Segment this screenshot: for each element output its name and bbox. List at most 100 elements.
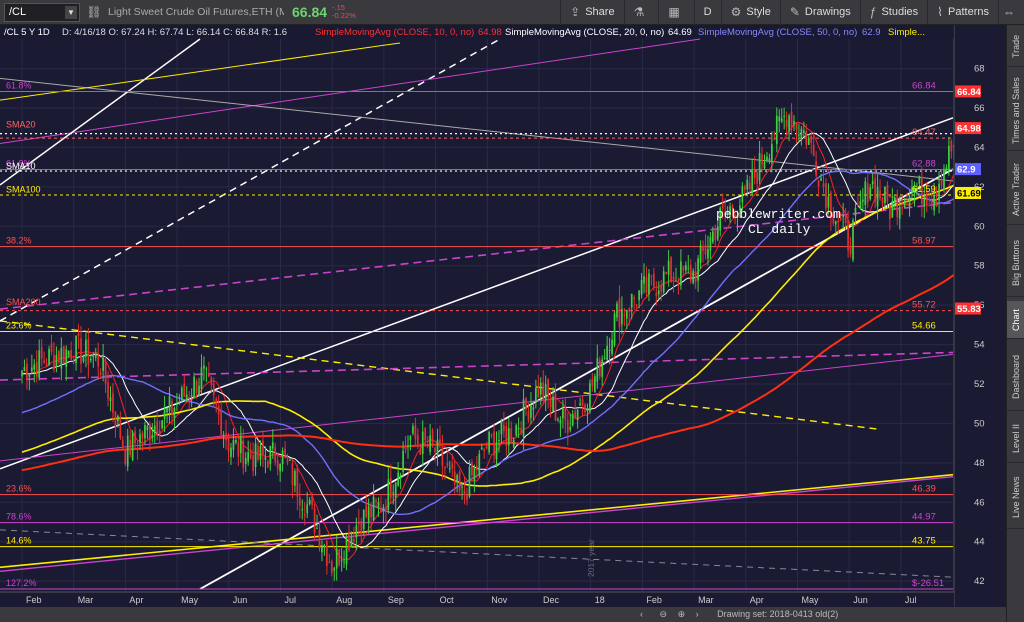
side-tab-times-and-sales[interactable]: Times and Sales — [1007, 71, 1024, 151]
legend-sma50-value: 62.9 — [862, 27, 881, 38]
candle-body — [564, 406, 567, 421]
candle-body — [889, 204, 891, 219]
candle-body — [945, 167, 948, 171]
price-chart[interactable]: 61.8%61.8%38.2%23.6%23.6%78.6%14.6%127.2… — [0, 25, 1006, 607]
candle-body — [596, 358, 599, 382]
level-value-label: 44.97 — [912, 512, 936, 523]
candle-body — [200, 367, 203, 390]
candle-body — [586, 407, 589, 412]
interval-button[interactable]: D — [693, 0, 721, 25]
patterns-button[interactable]: ⌇ Patterns — [927, 0, 998, 25]
candle-body — [928, 204, 931, 206]
candle-body — [205, 368, 208, 370]
candle-body — [151, 435, 154, 438]
flask-button[interactable]: ⚗ — [623, 0, 659, 25]
candle-body — [630, 293, 633, 308]
side-tab-active-trader[interactable]: Active Trader — [1007, 155, 1024, 225]
symbol-selector[interactable]: /CL ▼ — [4, 2, 80, 22]
candle-body — [714, 229, 717, 241]
level-value-label: 66.84 — [912, 80, 936, 91]
calendar-button[interactable]: ▦ — [658, 0, 693, 25]
drawings-button[interactable]: ✎ Drawings — [779, 0, 860, 25]
candle-body — [153, 425, 156, 434]
candle-body — [353, 538, 355, 542]
candle-body — [507, 428, 510, 446]
candle-body — [107, 382, 109, 399]
drawing-set-label[interactable]: Drawing set: 2018-0413 old(2) — [717, 609, 838, 619]
candle-body — [87, 338, 90, 366]
candle-body — [549, 399, 552, 408]
time-tick-label: May — [181, 595, 199, 605]
side-tab-dashboard[interactable]: Dashboard — [1007, 343, 1024, 411]
candle-body — [21, 370, 23, 377]
candle-body — [85, 339, 87, 357]
price-tick-label: 54 — [974, 340, 985, 351]
zoom-in-icon[interactable]: ⊕ — [678, 609, 686, 619]
candle-body — [112, 393, 114, 413]
side-tab-big-buttons[interactable]: Big Buttons — [1007, 229, 1024, 297]
expand-button[interactable]: ⇔ — [998, 0, 1024, 25]
level-value-label: 54.66 — [912, 321, 936, 332]
legend-sma50: SimpleMovingAvg (CLOSE, 50, 0, no) — [698, 27, 857, 38]
time-tick-label: Feb — [646, 595, 662, 605]
candle-body — [350, 536, 353, 548]
side-tab-chart[interactable]: Chart — [1007, 301, 1024, 339]
legend-sma10-value: 64.98 — [478, 27, 502, 38]
scroll-right-icon[interactable]: › — [696, 609, 699, 619]
price-tick-label: 42 — [974, 576, 985, 587]
candle-body — [43, 360, 45, 363]
interval-label: D — [703, 6, 712, 18]
candle-body — [67, 350, 70, 356]
candle-body — [166, 408, 168, 413]
scroll-left-icon[interactable]: ‹ — [640, 609, 643, 619]
share-button[interactable]: ⇪ Share — [560, 0, 623, 25]
price-box-label: 64.98 — [957, 124, 981, 135]
candle-body — [357, 521, 360, 525]
candle-body — [864, 181, 867, 205]
side-tab-level-ii[interactable]: Level II — [1007, 415, 1024, 463]
candle-body — [45, 363, 48, 366]
chevron-down-icon[interactable]: ▼ — [65, 5, 77, 19]
candle-body — [554, 393, 557, 421]
candle-body — [601, 359, 604, 378]
style-button[interactable]: ⚙ Style — [720, 0, 780, 25]
last-price: 66.84 — [292, 4, 328, 20]
candle-body — [426, 444, 429, 447]
pct-change: -0.22% — [332, 11, 356, 20]
price-box-label: 62.9 — [957, 165, 976, 176]
link-icon[interactable]: ⛓ — [86, 4, 102, 20]
price-tick-label: 60 — [974, 221, 985, 232]
legend-sma20-value: 64.69 — [668, 27, 692, 38]
candle-body — [328, 561, 331, 563]
price-tick-label: 50 — [974, 418, 985, 429]
candle-body — [439, 439, 441, 447]
zoom-icon[interactable]: ⊖ — [660, 609, 668, 619]
candle-body — [716, 226, 719, 240]
studies-button[interactable]: ƒ Studies — [859, 0, 927, 25]
candle-body — [380, 507, 382, 512]
candle-body — [938, 183, 940, 201]
candle-body — [805, 131, 808, 145]
level-value-label: 62.88 — [912, 159, 936, 170]
time-tick-label: Apr — [129, 595, 143, 605]
patterns-icon: ⌇ — [937, 5, 944, 19]
price-tick-label: 66 — [974, 103, 985, 114]
candle-body — [687, 267, 690, 269]
candle-body — [33, 364, 36, 370]
side-tab-live-news[interactable]: Live News — [1007, 467, 1024, 529]
share-label: Share — [585, 6, 615, 18]
side-tab-trade[interactable]: Trade — [1007, 27, 1024, 67]
candle-body — [788, 115, 790, 132]
candle-body — [650, 275, 653, 277]
candle-body — [621, 308, 623, 325]
fib-level-label: 38.2% — [6, 236, 32, 246]
candle-body — [537, 385, 540, 398]
candle-body — [707, 249, 709, 259]
candle-body — [348, 532, 350, 551]
candle-body — [461, 486, 463, 488]
candle-body — [156, 420, 159, 435]
fib-level-label: 127.2% — [6, 578, 37, 588]
candle-body — [114, 411, 117, 427]
candle-body — [453, 471, 456, 485]
candle-body — [185, 394, 188, 401]
